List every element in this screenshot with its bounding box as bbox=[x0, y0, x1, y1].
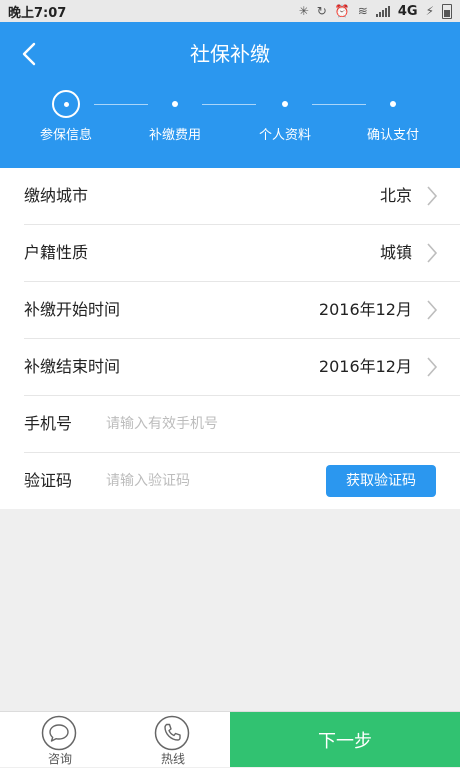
step-label-insurance-info: 参保信息 bbox=[39, 128, 92, 143]
end-time-row[interactable]: 补缴结束时间 2016年12月 bbox=[24, 339, 460, 396]
chevron-right-icon bbox=[427, 357, 438, 377]
alarm-icon: ⏰ bbox=[334, 4, 350, 18]
start-time-label: 补缴开始时间 bbox=[24, 300, 121, 319]
chevron-right-icon bbox=[427, 243, 438, 263]
city-label: 缴纳城市 bbox=[24, 186, 89, 205]
consult-label: 咨询 bbox=[47, 752, 72, 766]
end-time-value: 2016年12月 bbox=[318, 357, 412, 376]
header: 社保补缴 参保信息 补缴费用 个人资料 确认支付 bbox=[0, 22, 460, 168]
signal-icon bbox=[375, 5, 390, 17]
hotline-label: 热线 bbox=[160, 752, 185, 766]
step-progress: 参保信息 补缴费用 个人资料 确认支付 bbox=[0, 84, 460, 164]
verification-code-input[interactable] bbox=[106, 467, 286, 495]
city-row[interactable]: 缴纳城市 北京 bbox=[24, 168, 460, 225]
step-label-confirm-payment: 确认支付 bbox=[366, 128, 419, 143]
phone-input[interactable] bbox=[106, 410, 316, 438]
verification-code-row: 验证码 获取验证码 bbox=[24, 453, 460, 509]
status-icons: ✳ ↻ ⏰ ≋ 4G ⚡ bbox=[298, 3, 460, 19]
hotline-button[interactable]: 热线 bbox=[133, 712, 213, 768]
status-time: 晚上7:07 bbox=[8, 5, 67, 21]
step-connector bbox=[312, 104, 366, 105]
household-type-row[interactable]: 户籍性质 城镇 bbox=[24, 225, 460, 282]
chevron-right-icon bbox=[427, 186, 438, 206]
chevron-right-icon bbox=[427, 300, 438, 320]
chat-bubble-icon bbox=[41, 715, 77, 751]
step-label-personal-info: 个人资料 bbox=[258, 128, 311, 143]
bluetooth-icon: ✳ bbox=[298, 4, 309, 18]
payment-form: 缴纳城市 北京 户籍性质 城镇 补缴开始时间 2016年12月 补缴结束时间 2… bbox=[0, 168, 460, 509]
start-time-row[interactable]: 补缴开始时间 2016年12月 bbox=[24, 282, 460, 339]
city-value: 北京 bbox=[379, 186, 412, 205]
step-marker bbox=[390, 101, 396, 107]
phone-label: 手机号 bbox=[24, 414, 73, 433]
step-marker bbox=[282, 101, 288, 107]
verification-code-label: 验证码 bbox=[24, 471, 73, 490]
charging-icon: ⚡ bbox=[425, 4, 434, 18]
step-marker-active bbox=[52, 90, 80, 118]
step-connector bbox=[94, 104, 148, 105]
start-time-value: 2016年12月 bbox=[318, 300, 412, 319]
step-label-payment-fee: 补缴费用 bbox=[148, 128, 201, 143]
step-marker bbox=[172, 101, 178, 107]
status-bar: 晚上7:07 ✳ ↻ ⏰ ≋ 4G ⚡ bbox=[0, 0, 460, 22]
wifi-icon: ≋ bbox=[357, 4, 368, 18]
consult-button[interactable]: 咨询 bbox=[20, 712, 100, 768]
sync-icon: ↻ bbox=[316, 4, 327, 18]
phone-row: 手机号 bbox=[24, 396, 460, 453]
end-time-label: 补缴结束时间 bbox=[24, 357, 121, 376]
household-type-value: 城镇 bbox=[379, 243, 412, 262]
page-title: 社保补缴 bbox=[190, 42, 270, 66]
network-type: 4G bbox=[397, 3, 418, 19]
household-type-label: 户籍性质 bbox=[24, 243, 89, 262]
step-connector bbox=[202, 104, 256, 105]
phone-icon bbox=[154, 715, 190, 751]
battery-icon bbox=[442, 3, 452, 19]
next-step-button[interactable]: 下一步 bbox=[230, 712, 460, 767]
get-code-button[interactable]: 获取验证码 bbox=[326, 465, 436, 497]
